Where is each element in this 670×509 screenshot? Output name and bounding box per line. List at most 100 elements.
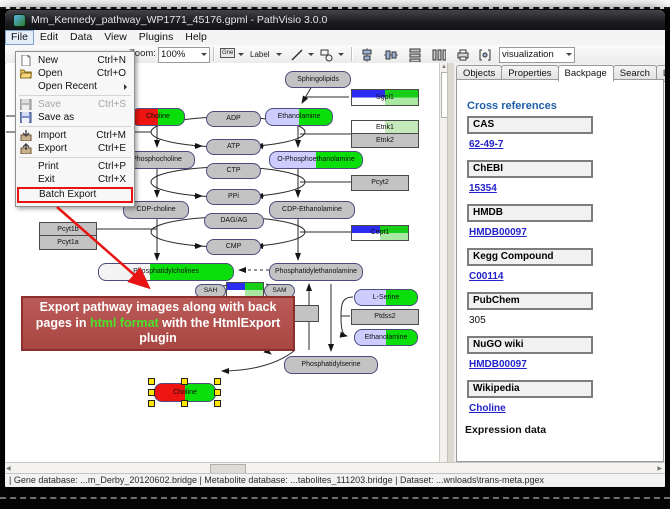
app-icon [13, 14, 26, 27]
file-menu: NewCtrl+N OpenCtrl+O Open Recent SaveCtr… [15, 51, 135, 207]
selection-handle[interactable] [214, 389, 221, 396]
menu-item-open-recent[interactable]: Open Recent [16, 80, 134, 93]
node-cept1[interactable]: Cept1 [351, 225, 409, 241]
export-icon [20, 143, 32, 154]
visualization-combobox[interactable]: visualization [499, 47, 575, 63]
print-toolbar-button[interactable] [455, 47, 471, 63]
selection-handle[interactable] [148, 400, 155, 407]
window-title: Mm_Kennedy_pathway_WP1771_45176.gpml - P… [31, 10, 327, 30]
menu-item-batch-export[interactable]: Batch Export [17, 187, 133, 203]
node-atp[interactable]: ATP [206, 139, 261, 155]
menu-item-save-as[interactable]: Save as [16, 111, 134, 124]
node-adp[interactable]: ADP [206, 111, 261, 127]
top-dashed-strip [0, 0, 670, 9]
xref-section-wikipedia: Wikipedia Choline [467, 380, 663, 414]
selection-handle[interactable] [148, 389, 155, 396]
node-dag[interactable]: DAG/AG [204, 213, 264, 229]
selection-handle[interactable] [181, 400, 188, 407]
gene-node-icon: Gne [220, 48, 235, 58]
selection-handle[interactable] [181, 378, 188, 385]
backpage-panel: Cross references CAS 62-49-7 ChEBI 15354… [456, 79, 664, 462]
xref-link[interactable]: HMDB00097 [469, 359, 663, 370]
cross-references-heading: Cross references [467, 100, 663, 112]
node-cmp[interactable]: CMP [206, 239, 261, 255]
menu-item-import[interactable]: ImportCtrl+M [16, 129, 134, 142]
node-ppi[interactable]: PPi [206, 189, 261, 205]
scroll-left-icon[interactable]: ◀ [6, 465, 11, 472]
pathvisio-window: Mm_Kennedy_pathway_WP1771_45176.gpml - P… [4, 9, 666, 488]
menu-item-open[interactable]: OpenCtrl+O [16, 67, 134, 80]
xref-title: Kegg Compound [467, 248, 593, 266]
xref-title: HMDB [467, 204, 593, 222]
node-phosphatidylcholines[interactable]: Phosphatidylcholines [98, 263, 234, 281]
node-phosphatidylserine[interactable]: Phosphatidylserine [284, 356, 378, 374]
node-etnk2[interactable]: Etnk2 [351, 133, 419, 148]
node-choline-top[interactable]: Choline [131, 108, 185, 126]
align-middle-button[interactable] [383, 47, 399, 63]
node-sphingolipids[interactable]: Sphingolipids [285, 71, 351, 88]
menu-data[interactable]: Data [64, 30, 98, 45]
add-gene-button[interactable]: Gne [219, 47, 247, 63]
add-shape-button[interactable] [319, 47, 347, 63]
xref-link[interactable]: Choline [469, 403, 663, 414]
distribute-vertical-button[interactable] [407, 47, 423, 63]
node-pcyt1a[interactable]: Pcyt1a [39, 235, 97, 250]
menu-item-save[interactable]: SaveCtrl+S [16, 98, 134, 111]
printer-icon [456, 48, 470, 62]
new-file-icon [20, 55, 32, 66]
align-center-icon [360, 48, 374, 62]
node-ethanolamine-top[interactable]: Ethanolamine [265, 108, 333, 126]
node-o-phosphoethanolamine[interactable]: O-Phosphoethanolamine [269, 151, 363, 169]
selection-handle[interactable] [214, 400, 221, 407]
selection-handle[interactable] [148, 378, 155, 385]
xref-link[interactable]: 62-49-7 [469, 139, 663, 150]
xref-section-chebi: ChEBI 15354 [467, 160, 663, 194]
side-panel: ObjectsPropertiesBackpageSearchLegend Cr… [454, 63, 665, 462]
scroll-right-icon[interactable]: ▶ [657, 465, 662, 472]
node-ethanolamine-bottom[interactable]: Ethanolamine [354, 329, 418, 346]
xref-link[interactable]: 15354 [469, 183, 663, 194]
shape-tool-icon [320, 48, 334, 62]
zoom-combobox[interactable]: 100% [158, 47, 210, 63]
group-button[interactable] [477, 47, 493, 63]
xref-section-pubchem: PubChem 305 [467, 292, 663, 326]
menu-view[interactable]: View [98, 30, 133, 45]
distribute-vertical-icon [408, 48, 422, 62]
menu-plugins[interactable]: Plugins [133, 30, 179, 45]
menu-item-print[interactable]: PrintCtrl+P [16, 160, 134, 173]
add-label-button[interactable]: Label [249, 47, 285, 63]
chevron-down-icon [201, 53, 207, 59]
xref-link[interactable]: HMDB00097 [469, 227, 663, 238]
chevron-down-icon [276, 53, 282, 59]
node-phosphatidylethanolamine[interactable]: Phosphatidylethanolamine [269, 263, 363, 281]
xref-section-hmdb: HMDB HMDB00097 [467, 204, 663, 238]
menu-item-exit[interactable]: ExitCtrl+X [16, 173, 134, 186]
node-ctp[interactable]: CTP [206, 163, 261, 179]
distribute-horizontal-button[interactable] [431, 47, 447, 63]
xref-link[interactable]: C00114 [469, 271, 663, 282]
xref-section-kegg: Kegg Compound C00114 [467, 248, 663, 282]
align-center-button[interactable] [359, 47, 375, 63]
menu-file[interactable]: File [5, 30, 34, 45]
chevron-down-icon [238, 53, 244, 59]
line-tool-icon [290, 48, 304, 62]
distribute-horizontal-icon [432, 48, 446, 62]
screenshot-stage: Mm_Kennedy_pathway_WP1771_45176.gpml - P… [0, 0, 670, 509]
menu-help[interactable]: Help [179, 30, 213, 45]
toolbar-separator [351, 47, 353, 61]
node-pcyt2[interactable]: Pcyt2 [351, 175, 409, 191]
add-line-button[interactable] [289, 47, 317, 63]
bottom-dashed-line [0, 497, 670, 499]
group-icon [478, 48, 492, 62]
toolbar-separator [213, 47, 215, 61]
xref-title: CAS [467, 116, 593, 134]
node-ptdss2[interactable]: Ptdss2 [351, 309, 419, 325]
menu-item-export[interactable]: ExportCtrl+E [16, 142, 134, 155]
tab-backpage[interactable]: Backpage [558, 65, 614, 82]
node-sgpl1[interactable]: Sgpl1 [351, 89, 419, 106]
selection-handle[interactable] [214, 378, 221, 385]
node-cdp-ethanolamine[interactable]: CDP-Ethanolamine [269, 201, 355, 219]
node-l-serine[interactable]: L-Serine [354, 289, 418, 306]
menu-edit[interactable]: Edit [34, 30, 64, 45]
menu-item-new[interactable]: NewCtrl+N [16, 54, 134, 67]
